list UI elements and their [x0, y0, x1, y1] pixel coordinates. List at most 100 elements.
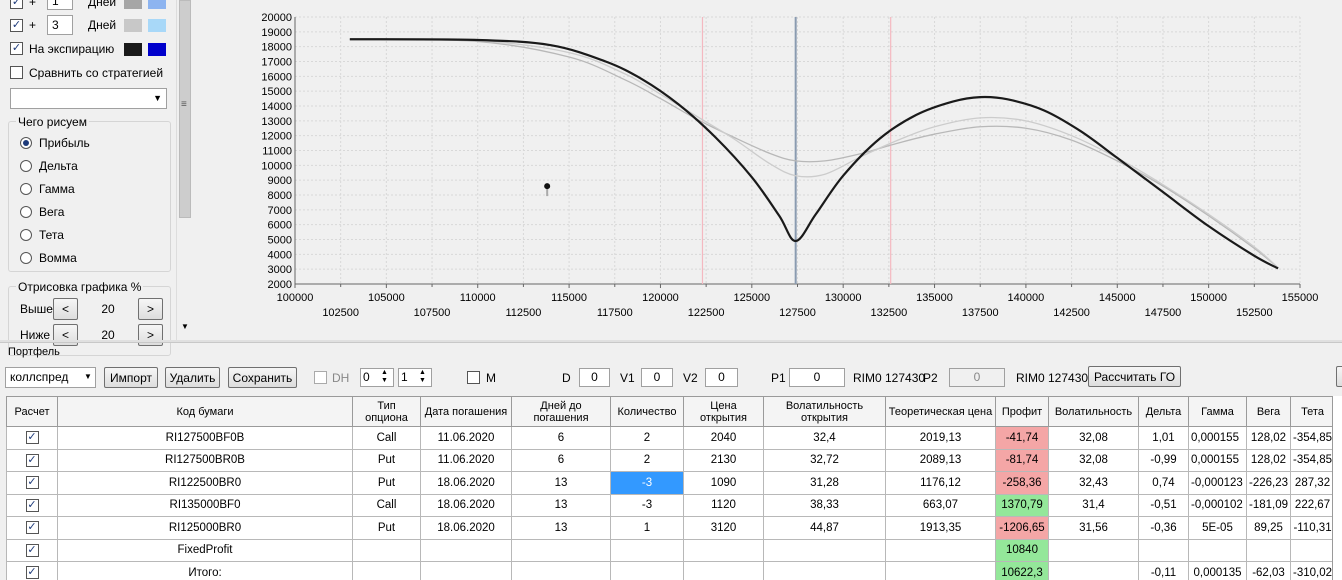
cell-type[interactable]: Call — [352, 426, 421, 450]
cell-days[interactable]: 6 — [511, 426, 611, 450]
col-header-qty[interactable]: Количество — [610, 396, 684, 427]
horizontal-splitter[interactable] — [0, 340, 1342, 343]
cell-price[interactable] — [683, 561, 764, 580]
cell-code[interactable]: Итого: — [57, 561, 353, 580]
cell-price[interactable] — [683, 538, 764, 562]
cell-type[interactable] — [352, 561, 421, 580]
cell-qty[interactable] — [610, 561, 684, 580]
cell-calc-checkbox[interactable]: ✓ — [6, 493, 58, 517]
col-header-delta[interactable]: Дельта — [1138, 396, 1189, 427]
cell-vega[interactable]: 128,02 — [1245, 448, 1292, 472]
col-header-calc[interactable]: Расчет — [6, 396, 58, 427]
cell-calc-checkbox[interactable]: ✓ — [6, 538, 58, 562]
cell-qty[interactable]: 1 — [610, 516, 684, 540]
v1-input[interactable]: 0 — [641, 368, 673, 387]
cell-qty[interactable] — [610, 538, 684, 562]
cell-price[interactable]: 2130 — [683, 448, 764, 472]
cell-price[interactable]: 2040 — [683, 426, 764, 450]
cell-theta[interactable] — [1290, 538, 1336, 562]
row-calc-checkbox[interactable]: ✓ — [25, 498, 39, 512]
table-row[interactable]: ✓ FixedProfit 10840 — [6, 538, 1336, 562]
cell-code[interactable]: RI122500BR0 — [57, 471, 353, 495]
cell-vol-open[interactable]: 32,72 — [763, 448, 886, 472]
cell-vega[interactable] — [1245, 538, 1292, 562]
p2-input[interactable]: 0 — [949, 368, 1005, 387]
cell-date[interactable]: 18.06.2020 — [420, 516, 512, 540]
row-calc-checkbox[interactable]: ✓ — [25, 543, 39, 557]
days-offset-1-color-b[interactable] — [148, 0, 166, 9]
cell-code[interactable]: RI125000BR0 — [57, 516, 353, 540]
render-above-input[interactable]: 20 — [84, 299, 132, 319]
import-button[interactable]: Импорт — [104, 367, 158, 388]
cell-gamma[interactable]: 0,000155 — [1188, 426, 1247, 450]
cell-days[interactable] — [511, 561, 611, 580]
cell-delta[interactable] — [1138, 538, 1189, 562]
cell-theta[interactable]: 287,32 — [1290, 471, 1336, 495]
cell-vol-open[interactable]: 44,87 — [763, 516, 886, 540]
cell-vega[interactable]: -226,23 — [1245, 471, 1292, 495]
d-input[interactable]: 0 — [579, 368, 610, 387]
col-header-code[interactable]: Код бумаги — [57, 396, 353, 427]
days-offset-2-input[interactable]: 3 — [47, 15, 73, 35]
col-header-vol[interactable]: Волатильность — [1048, 396, 1139, 427]
save-button[interactable]: Сохранить — [228, 367, 297, 388]
strategy-select[interactable]: коллспред — [5, 367, 96, 388]
delete-button[interactable]: Удалить — [165, 367, 220, 388]
days-offset-2-color-a[interactable] — [124, 19, 142, 32]
cell-theta[interactable]: -354,85 — [1290, 448, 1336, 472]
cell-vol-open[interactable]: 38,33 — [763, 493, 886, 517]
cell-date[interactable] — [420, 538, 512, 562]
cell-vega[interactable]: -62,03 — [1245, 561, 1292, 580]
cell-vol[interactable] — [1048, 538, 1139, 562]
cell-delta[interactable]: 0,74 — [1138, 471, 1189, 495]
cell-profit[interactable]: -258,36 — [995, 471, 1049, 495]
calculate-margin-button[interactable]: Рассчитать ГО — [1088, 366, 1181, 387]
cell-days[interactable]: 13 — [511, 516, 611, 540]
left-panel-scrollbar[interactable]: ▼ — [176, 0, 193, 340]
radio-vega[interactable] — [20, 206, 32, 218]
col-header-theta[interactable]: Тета — [1290, 396, 1336, 427]
table-row[interactable]: ✓ RI127500BR0B Put 11.06.2020 6 2 2130 32,72 208… — [6, 448, 1336, 472]
col-header-vol-open[interactable]: Волатильность открытия — [763, 396, 886, 427]
cell-type[interactable] — [352, 538, 421, 562]
days-offset-1-checkbox[interactable]: ✓ — [10, 0, 23, 9]
cell-qty[interactable]: 2 — [610, 448, 684, 472]
cell-gamma[interactable]: 0,000135 — [1188, 561, 1247, 580]
radio-profit[interactable] — [20, 137, 32, 149]
col-header-vega[interactable]: Вега — [1245, 396, 1292, 427]
compare-strategy-checkbox[interactable] — [10, 66, 23, 79]
cell-price[interactable]: 3120 — [683, 516, 764, 540]
splitter-grip-icon[interactable]: ≡ — [181, 99, 187, 110]
cell-vol[interactable]: 32,08 — [1048, 426, 1139, 450]
col-header-price[interactable]: Цена открытия — [683, 396, 764, 427]
m-checkbox[interactable] — [467, 371, 480, 384]
chevron-down-icon[interactable]: ▼ — [84, 372, 92, 381]
cell-vol[interactable]: 31,4 — [1048, 493, 1139, 517]
cell-days[interactable]: 6 — [511, 448, 611, 472]
cell-calc-checkbox[interactable]: ✓ — [6, 426, 58, 450]
cell-profit[interactable]: 10840 — [995, 538, 1049, 562]
cell-type[interactable]: Call — [352, 493, 421, 517]
days-offset-2-checkbox[interactable]: ✓ — [10, 19, 23, 32]
cell-vega[interactable]: 89,25 — [1245, 516, 1292, 540]
radio-vomma[interactable] — [20, 252, 32, 264]
cell-delta[interactable]: 1,01 — [1138, 426, 1189, 450]
days-offset-2-color-b[interactable] — [148, 19, 166, 32]
cell-code[interactable]: RI127500BR0B — [57, 448, 353, 472]
cell-theor[interactable]: 663,07 — [885, 493, 996, 517]
v2-input[interactable]: 0 — [705, 368, 738, 387]
cell-code[interactable]: RI135000BF0 — [57, 493, 353, 517]
cell-type[interactable]: Put — [352, 471, 421, 495]
cell-profit[interactable]: 1370,79 — [995, 493, 1049, 517]
cell-vol-open[interactable]: 32,4 — [763, 426, 886, 450]
radio-theta[interactable] — [20, 229, 32, 241]
col-header-days[interactable]: Дней до погашения — [511, 396, 611, 427]
render-above-decrease-button[interactable]: < — [53, 298, 78, 320]
cell-delta[interactable]: -0,36 — [1138, 516, 1189, 540]
cell-theta[interactable]: 222,67 — [1290, 493, 1336, 517]
dh-spin-2[interactable]: 1 — [398, 368, 432, 387]
cell-gamma[interactable]: 0,000155 — [1188, 448, 1247, 472]
cell-price[interactable]: 1090 — [683, 471, 764, 495]
cell-qty[interactable]: -3 — [610, 471, 684, 495]
cell-theor[interactable]: 2019,13 — [885, 426, 996, 450]
